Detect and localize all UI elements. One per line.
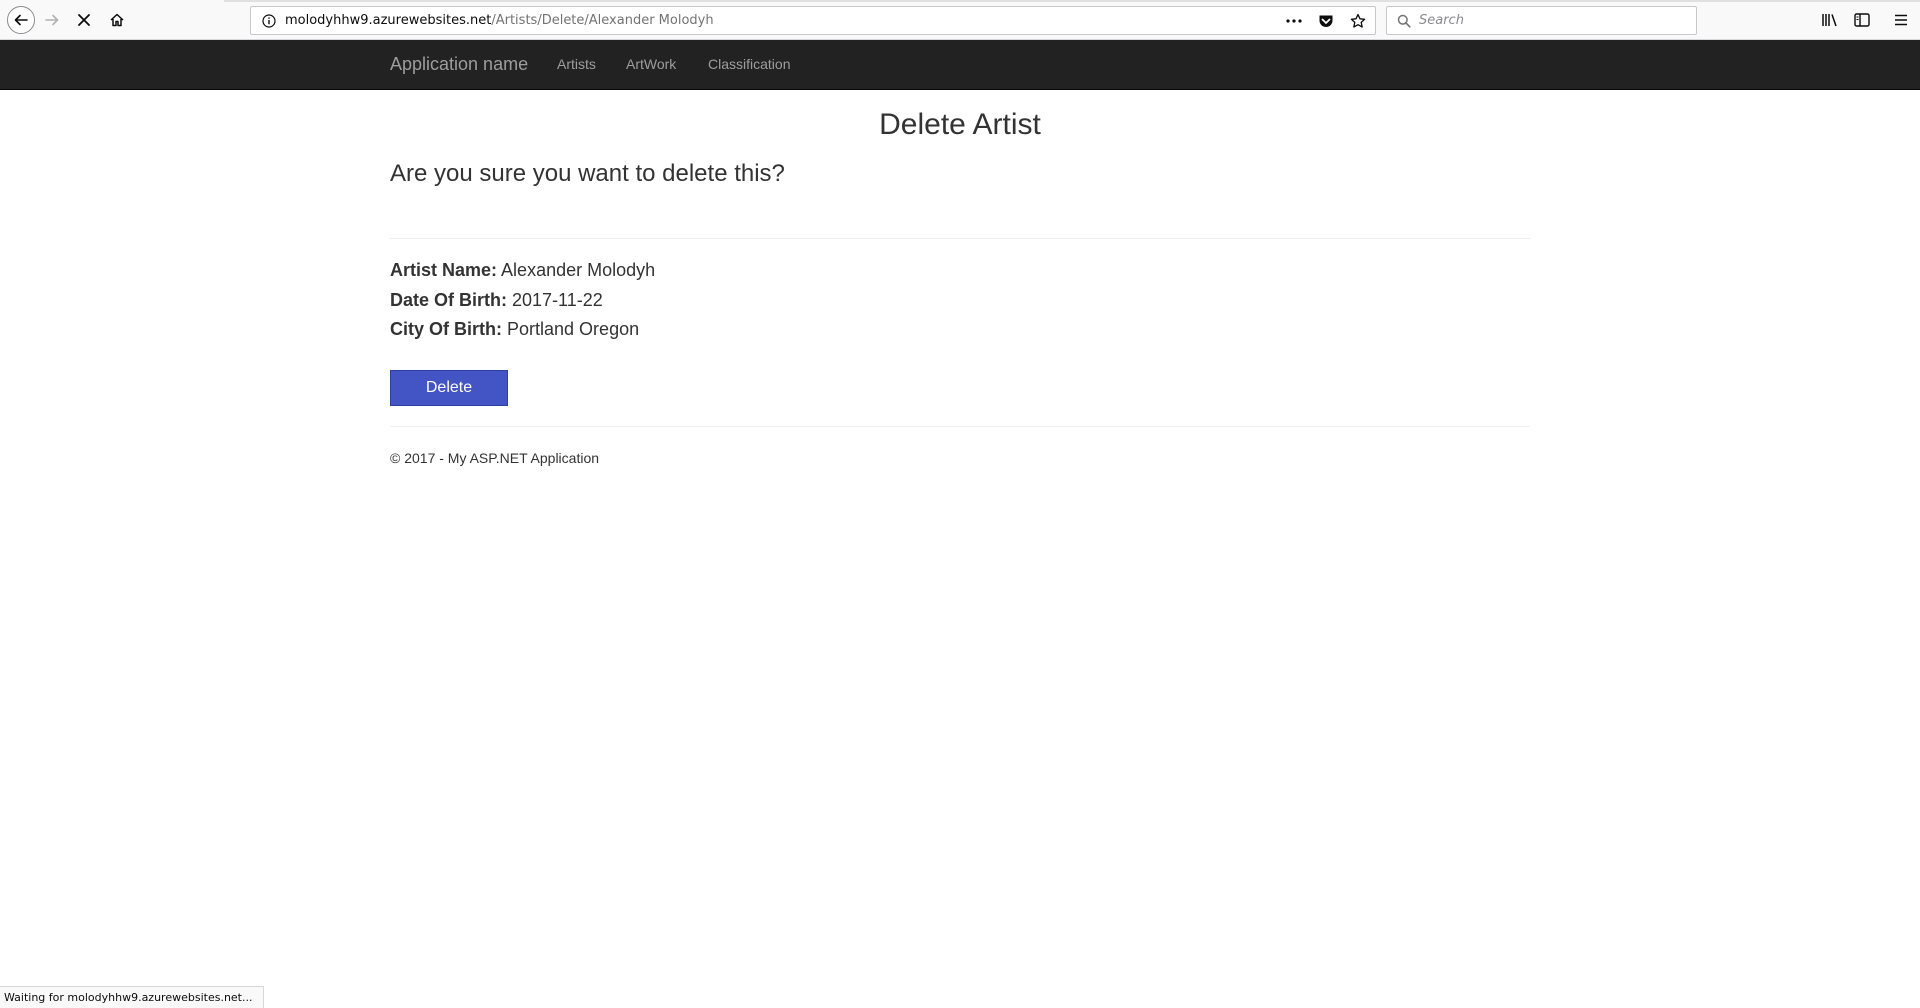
search-bar[interactable]	[1386, 6, 1697, 35]
detail-value: Alexander Molodyh	[501, 260, 656, 280]
stop-icon	[78, 14, 90, 26]
forward-button[interactable]	[38, 6, 66, 34]
back-arrow-icon	[14, 14, 28, 26]
detail-value: 2017-11-22	[512, 290, 603, 310]
hamburger-menu-icon	[1895, 14, 1907, 26]
url-path: /Artists/Delete/Alexander Molodyh	[491, 13, 714, 28]
back-button[interactable]	[7, 6, 35, 34]
detail-label: City Of Birth:	[390, 319, 502, 339]
stop-button[interactable]	[70, 6, 98, 34]
search-input[interactable]	[1419, 8, 1689, 33]
home-icon	[110, 13, 124, 27]
delete-button[interactable]: Delete	[390, 370, 508, 406]
url-actions	[1283, 10, 1369, 32]
detail-label: Date Of Birth:	[390, 290, 507, 310]
nav-link-artwork[interactable]: ArtWork	[626, 56, 676, 72]
forward-arrow-icon	[45, 14, 59, 26]
bookmark-star-icon	[1350, 13, 1366, 28]
more-dots-icon	[1286, 19, 1302, 23]
library-icon	[1822, 14, 1837, 27]
divider	[390, 238, 1530, 239]
site-navbar: Application name Artists ArtWork Classif…	[0, 40, 1920, 90]
menu-button[interactable]	[1889, 8, 1913, 32]
home-button[interactable]	[103, 6, 131, 34]
page-load-progress	[224, 0, 1920, 2]
sidebar-button[interactable]	[1850, 8, 1874, 32]
library-button[interactable]	[1818, 8, 1842, 32]
footer-divider	[390, 426, 1530, 427]
detail-city-of-birth: City Of Birth: Portland Oregon	[390, 319, 639, 340]
detail-value: Portland Oregon	[507, 319, 640, 339]
nav-link-classification[interactable]: Classification	[708, 56, 790, 72]
confirm-question: Are you sure you want to delete this?	[390, 160, 785, 187]
browser-toolbar: molodyhhw9.azurewebsites.net/Artists/Del…	[0, 0, 1920, 40]
detail-label: Artist Name:	[390, 260, 498, 280]
pocket-button[interactable]	[1315, 10, 1337, 32]
nav-link-artists[interactable]: Artists	[557, 56, 596, 72]
pocket-icon	[1319, 15, 1333, 27]
detail-artist-name: Artist Name: Alexander Molodyh	[390, 260, 655, 281]
url-domain: molodyhhw9.azurewebsites.net	[285, 13, 492, 28]
info-icon[interactable]	[259, 11, 279, 31]
brand-link[interactable]: Application name	[390, 54, 528, 75]
url-bar[interactable]: molodyhhw9.azurewebsites.net/Artists/Del…	[250, 6, 1376, 35]
bookmark-button[interactable]	[1347, 10, 1369, 32]
page-title: Delete Artist	[879, 108, 1041, 141]
url-text[interactable]: molodyhhw9.azurewebsites.net/Artists/Del…	[285, 13, 714, 28]
status-bar: Waiting for molodyhhw9.azurewebsites.net…	[0, 986, 264, 1008]
sidebar-icon	[1854, 13, 1870, 27]
detail-date-of-birth: Date Of Birth: 2017-11-22	[390, 290, 603, 311]
page-actions-button[interactable]	[1283, 10, 1305, 32]
search-icon	[1395, 12, 1413, 30]
footer-copyright: © 2017 - My ASP.NET Application	[390, 450, 600, 466]
